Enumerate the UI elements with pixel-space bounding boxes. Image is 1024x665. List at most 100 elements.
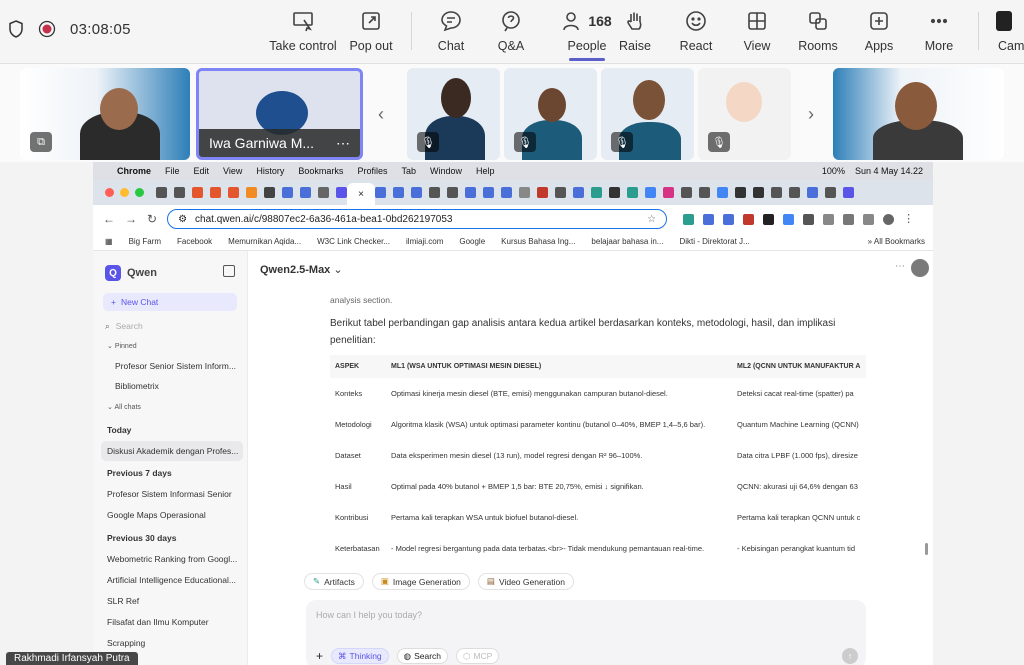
extension-icon[interactable] — [703, 213, 715, 225]
apps-grid-icon[interactable]: ▦ — [105, 237, 113, 246]
close-window-icon[interactable] — [105, 188, 114, 197]
tab[interactable] — [717, 187, 728, 198]
tab[interactable] — [192, 187, 203, 198]
tab[interactable] — [375, 187, 386, 198]
image-generation-chip[interactable]: ▣ Image Generation — [371, 573, 470, 590]
tab[interactable] — [300, 187, 311, 198]
tab[interactable] — [246, 187, 257, 198]
attach-plus-icon[interactable]: + — [316, 649, 323, 663]
chat-item-active[interactable]: Diskusi Akademik dengan Profes... — [107, 446, 238, 456]
tab[interactable] — [336, 187, 347, 198]
participant-tile[interactable]: ⧉ — [20, 68, 190, 160]
bookmark-star-icon[interactable]: ☆ — [647, 214, 656, 225]
menu-view[interactable]: View — [223, 166, 242, 176]
model-selector[interactable]: Qwen2.5-Max ⌄ — [260, 263, 343, 276]
tab[interactable] — [156, 187, 167, 198]
chat-item[interactable]: Webometric Ranking from Googl... — [107, 554, 237, 564]
chat-item[interactable]: Artificial Intelligence Educational... — [107, 575, 236, 585]
bookmark-item[interactable]: Kursus Bahasa Ing... — [501, 237, 575, 246]
participant-tile[interactable]: 🎙 — [601, 68, 694, 160]
tab[interactable] — [627, 187, 638, 198]
bookmark-item[interactable]: Memurnikan Aqida... — [228, 237, 301, 246]
rooms-button[interactable]: Rooms — [783, 8, 853, 53]
minimize-window-icon[interactable] — [120, 188, 129, 197]
message-composer[interactable]: How can I help you today? + ⌘ Thinking ◍ S… — [306, 600, 866, 665]
tab[interactable] — [645, 187, 656, 198]
tab[interactable] — [210, 187, 221, 198]
extension-icon[interactable] — [783, 213, 795, 225]
tab[interactable] — [318, 187, 329, 198]
tab[interactable] — [573, 187, 584, 198]
pinned-chat-item[interactable]: Bibliometrix — [115, 381, 159, 391]
video-generation-chip[interactable]: ▤ Video Generation — [477, 573, 574, 590]
tab[interactable] — [789, 187, 800, 198]
take-control-button[interactable]: Take control — [268, 8, 338, 53]
menu-help[interactable]: Help — [476, 166, 495, 176]
tab[interactable] — [483, 187, 494, 198]
menu-history[interactable]: History — [256, 166, 284, 176]
send-button[interactable]: ↑ — [842, 648, 858, 664]
tab[interactable] — [555, 187, 566, 198]
chat-search[interactable]: ⌕ Search — [105, 321, 235, 332]
thinking-toggle[interactable]: ⌘ Thinking — [331, 648, 389, 664]
active-tab-close-icon[interactable]: × — [347, 183, 375, 205]
all-bookmarks-folder[interactable]: » All Bookmarks — [868, 237, 925, 246]
sidebar-toggle-icon[interactable] — [223, 265, 235, 277]
chat-item[interactable]: Google Maps Operasional — [107, 510, 206, 520]
tab[interactable] — [609, 187, 620, 198]
qwen-logo[interactable]: Q Qwen — [105, 265, 157, 281]
tab[interactable] — [699, 187, 710, 198]
gallery-next-button[interactable]: › — [808, 104, 814, 125]
extension-icon[interactable] — [743, 213, 755, 225]
tab[interactable] — [447, 187, 458, 198]
react-button[interactable]: React — [661, 8, 731, 53]
view-button[interactable]: View — [722, 8, 792, 53]
menu-app[interactable]: Chrome — [117, 166, 151, 176]
tab[interactable] — [825, 187, 836, 198]
site-info-icon[interactable]: ⚙ — [178, 214, 187, 225]
download-icon[interactable] — [863, 213, 875, 225]
all-chats-header[interactable]: ⌄ All chats — [107, 403, 141, 411]
tab[interactable] — [282, 187, 293, 198]
scrollbar[interactable] — [925, 543, 928, 555]
tab[interactable] — [753, 187, 764, 198]
artifacts-chip[interactable]: ✎ Artifacts — [304, 573, 364, 590]
extension-icon[interactable] — [803, 213, 815, 225]
gallery-prev-button[interactable]: ‹ — [378, 104, 384, 125]
bookmark-item[interactable]: ilmiaji.com — [406, 237, 443, 246]
address-bar[interactable]: ⚙ chat.qwen.ai/c/98807ec2-6a36-461a-bea1… — [167, 209, 668, 229]
tab[interactable] — [771, 187, 782, 198]
participant-tile[interactable] — [833, 68, 1004, 160]
tab[interactable] — [411, 187, 422, 198]
puzzle-icon[interactable] — [843, 213, 855, 225]
user-avatar[interactable] — [911, 259, 929, 277]
tab[interactable] — [681, 187, 692, 198]
tab[interactable] — [735, 187, 746, 198]
qa-button[interactable]: Q&A — [476, 8, 546, 53]
extension-icon[interactable] — [723, 213, 735, 225]
menu-bookmarks[interactable]: Bookmarks — [298, 166, 343, 176]
tab[interactable] — [501, 187, 512, 198]
raise-hand-button[interactable]: Raise — [600, 8, 670, 53]
tab[interactable] — [393, 187, 404, 198]
tab[interactable] — [663, 187, 674, 198]
chat-item[interactable]: Profesor Sistem Informasi Senior — [107, 489, 232, 499]
tab[interactable] — [843, 187, 854, 198]
message-input[interactable]: How can I help you today? — [316, 610, 422, 620]
participant-tile[interactable]: 🎙 — [504, 68, 597, 160]
more-options-icon[interactable]: ⋯ — [336, 135, 350, 152]
menu-tab[interactable]: Tab — [401, 166, 416, 176]
bookmark-item[interactable]: Google — [459, 237, 485, 246]
menu-profiles[interactable]: Profiles — [357, 166, 387, 176]
extension-icon[interactable] — [763, 213, 775, 225]
profile-avatar[interactable] — [883, 213, 895, 225]
pinned-participant-tile[interactable]: Iwa Garniwa M... ⋯ — [196, 68, 363, 160]
back-icon[interactable]: ← — [103, 212, 115, 226]
pinned-chat-item[interactable]: Profesor Senior Sistem Inform... — [115, 361, 236, 371]
bookmark-item[interactable]: Dikti - Direktorat J... — [679, 237, 749, 246]
bookmark-item[interactable]: belajaar bahasa in... — [591, 237, 663, 246]
more-button[interactable]: More — [904, 8, 974, 53]
extension-icon[interactable] — [683, 213, 695, 225]
chat-item[interactable]: SLR Ref — [107, 596, 139, 606]
mcp-toggle[interactable]: ⬡ MCP — [456, 648, 500, 664]
